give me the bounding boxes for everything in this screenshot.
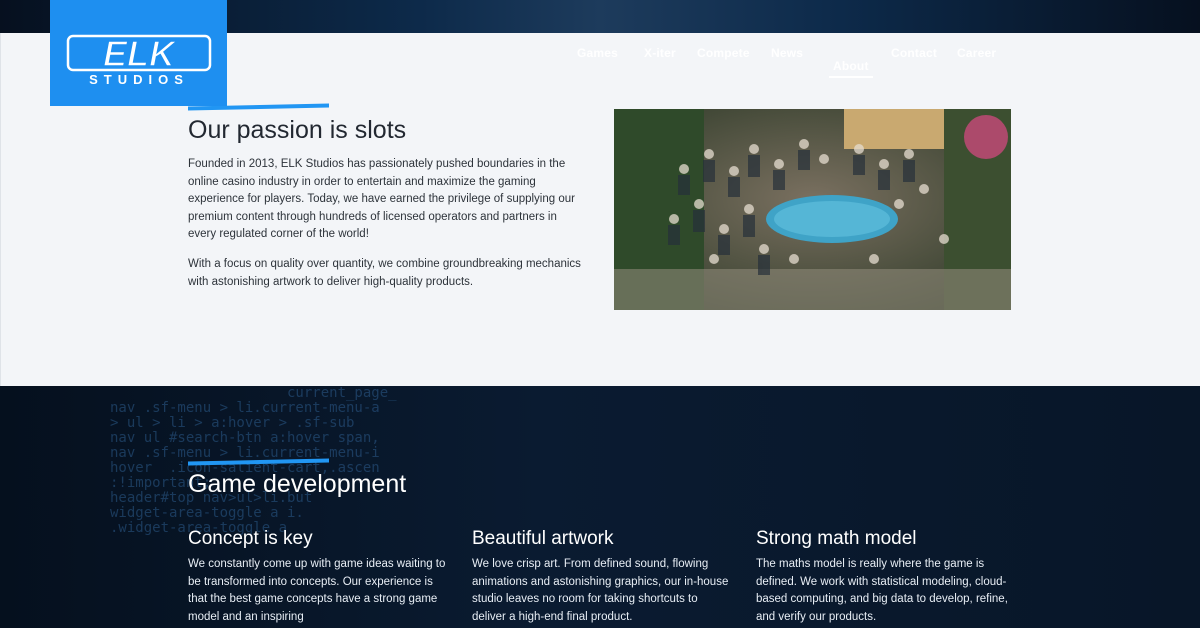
nav-contact[interactable]: Contact xyxy=(891,46,937,60)
math-text: The maths model is really where the game… xyxy=(756,558,1008,623)
artwork-title: Beautiful artwork xyxy=(472,528,614,549)
nav-compete[interactable]: Compete xyxy=(697,46,750,60)
math-title: Strong math model xyxy=(756,528,917,549)
nav-games[interactable]: Games xyxy=(577,46,618,60)
concept-title: Concept is key xyxy=(188,528,313,549)
game-dev-title: Game development xyxy=(188,470,407,498)
nav-x-iter[interactable]: X-iter xyxy=(644,46,676,60)
about-title: Our passion is slots xyxy=(188,116,407,144)
nav-career[interactable]: Career xyxy=(957,46,996,60)
artwork-text: We love crisp art. From defined sound, f… xyxy=(472,558,729,623)
concept-text: We constantly come up with game ideas wa… xyxy=(188,558,446,623)
nav-news[interactable]: News xyxy=(771,46,803,60)
main-nav: Games X-iter Compete News About Contact … xyxy=(0,46,1200,86)
nav-about[interactable]: About xyxy=(829,59,873,78)
about-paragraph-2: With a focus on quality over quantity, w… xyxy=(188,258,581,288)
about-paragraph-1: Founded in 2013, ELK Studios has passion… xyxy=(188,158,575,240)
team-photo xyxy=(614,109,1011,310)
